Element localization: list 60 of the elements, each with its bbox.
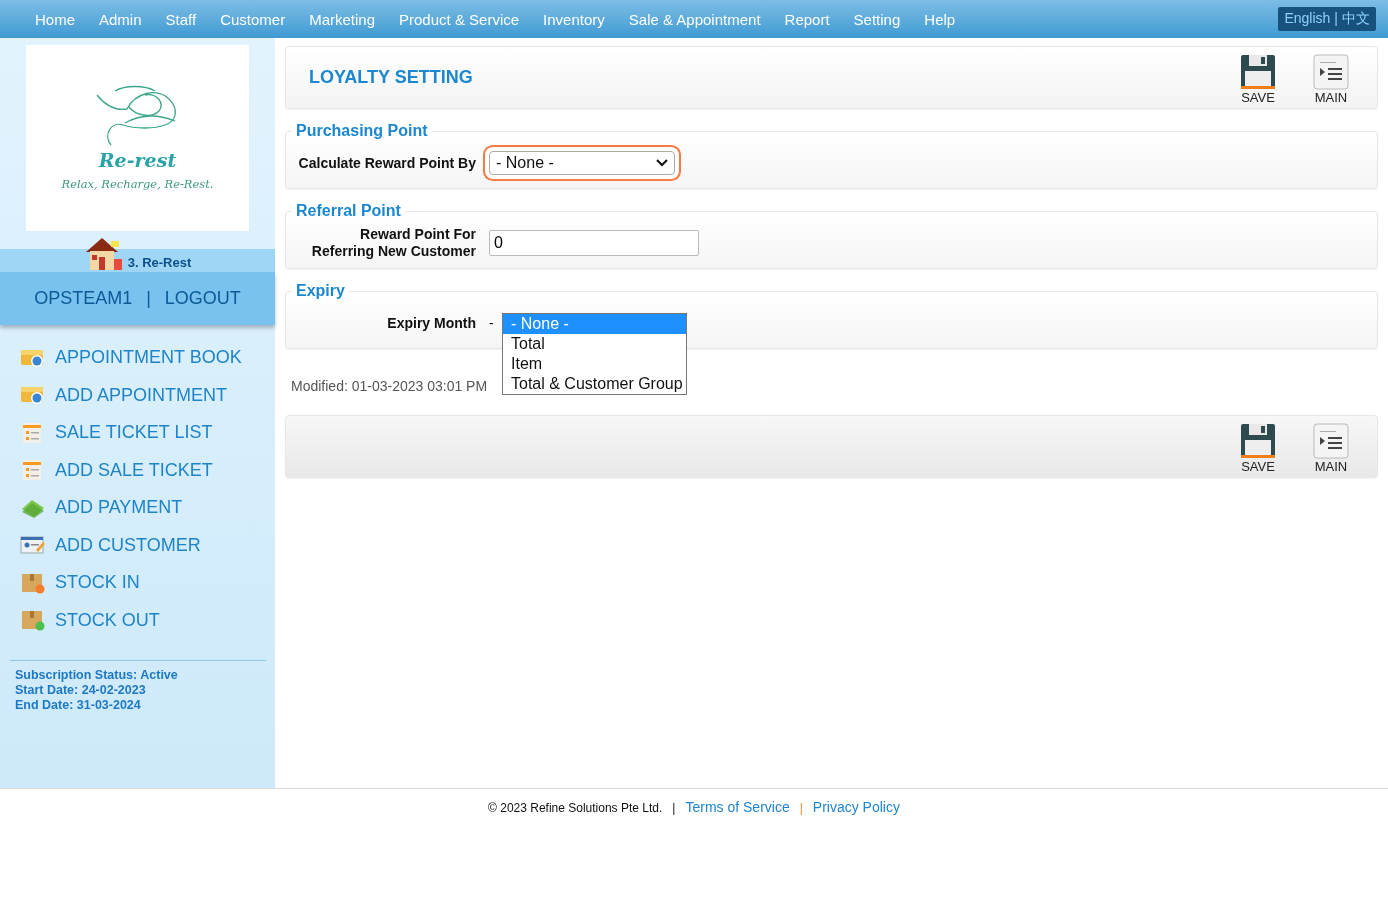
- nav-link[interactable]: Product & Service: [387, 10, 532, 28]
- english-link[interactable]: English: [1284, 10, 1331, 28]
- main-button[interactable]: MAIN: [1311, 423, 1351, 474]
- privacy-link[interactable]: Privacy Policy: [812, 799, 900, 815]
- nav-link[interactable]: Setting: [841, 10, 913, 28]
- section-legend: Expiry: [292, 282, 349, 300]
- calendar-clock-icon: [20, 384, 46, 407]
- modified-info: Modified: 01-03-2023 03:01 PM: [291, 378, 488, 394]
- nav-link[interactable]: Help: [912, 10, 968, 28]
- logout-link[interactable]: LOGOUT: [164, 288, 241, 309]
- save-button[interactable]: SAVE: [1238, 423, 1278, 474]
- nav-link[interactable]: Inventory: [531, 10, 617, 28]
- separator: |: [799, 801, 803, 815]
- separator: |: [146, 288, 151, 309]
- chinese-link[interactable]: 中文: [1342, 10, 1370, 28]
- terms-link[interactable]: Terms of Service: [685, 799, 790, 815]
- sidebar-menu-link[interactable]: ADD PAYMENT: [55, 497, 183, 519]
- dropdown-option[interactable]: Item: [503, 354, 686, 374]
- sidebar-menu-link[interactable]: ADD CUSTOMER: [55, 534, 201, 556]
- input-field[interactable]: 0: [489, 230, 699, 256]
- section-legend: Purchasing Point: [292, 122, 432, 140]
- contact-card-icon: [20, 534, 46, 557]
- list-icon: [1313, 54, 1349, 90]
- nav-link[interactable]: Customer: [208, 10, 298, 28]
- subscription-info: End Date: 31-03-2024: [15, 698, 142, 712]
- list-icon: [1313, 423, 1349, 459]
- chevron-icon: [656, 159, 668, 167]
- field-label: Reward Point For Referring New Customer: [310, 226, 476, 260]
- sidebar-menu-link[interactable]: STOCK OUT: [55, 609, 160, 631]
- field-label: Calculate Reward Point By: [297, 154, 476, 172]
- main-button[interactable]: MAIN: [1311, 54, 1351, 105]
- subscription-info: Subscription Status: Active: [15, 668, 179, 682]
- nav-link[interactable]: Staff: [153, 10, 209, 28]
- section-legend: Referral Point: [292, 202, 405, 220]
- outlet-name: 3. Re-Rest: [127, 254, 192, 270]
- copyright-text: © 2023 Refine Solutions Pte Ltd.: [488, 801, 663, 815]
- username-link[interactable]: OPSTEAM1: [34, 288, 133, 309]
- dropdown-option[interactable]: Total: [503, 334, 686, 354]
- nav-link[interactable]: Home: [23, 10, 87, 28]
- dropdown-option[interactable]: Total & Customer Group: [503, 374, 686, 394]
- nav-link[interactable]: Sale & Appointment: [616, 10, 773, 28]
- separator: |: [1334, 10, 1338, 28]
- logo-tagline: Relax, Recharge, Re-Rest.: [61, 177, 214, 191]
- field-label: Expiry Month: [386, 314, 476, 332]
- sidebar-menu-link[interactable]: APPOINTMENT BOOK: [55, 347, 242, 369]
- save-button[interactable]: SAVE: [1238, 54, 1278, 105]
- sidebar-menu-link[interactable]: ADD SALE TICKET: [55, 459, 213, 481]
- sidebar-menu-link[interactable]: SALE TICKET LIST: [55, 422, 213, 444]
- dropdown-select[interactable]: -: [489, 315, 495, 331]
- logo-name: Re-rest: [98, 149, 177, 171]
- nav-link[interactable]: Admin: [87, 10, 154, 28]
- page-title: LOYALTY SETTING: [309, 67, 473, 88]
- sidebar-menu-link[interactable]: ADD APPOINTMENT: [55, 384, 228, 406]
- subscription-info: Start Date: 24-02-2023: [15, 683, 147, 697]
- box-icon: [20, 608, 46, 633]
- dropdown-option[interactable]: - None -: [503, 314, 686, 334]
- nav-link[interactable]: Report: [772, 10, 842, 28]
- nav-link[interactable]: Marketing: [297, 10, 388, 28]
- sidebar-menu-link[interactable]: STOCK IN: [55, 572, 140, 594]
- separator: |: [672, 801, 676, 815]
